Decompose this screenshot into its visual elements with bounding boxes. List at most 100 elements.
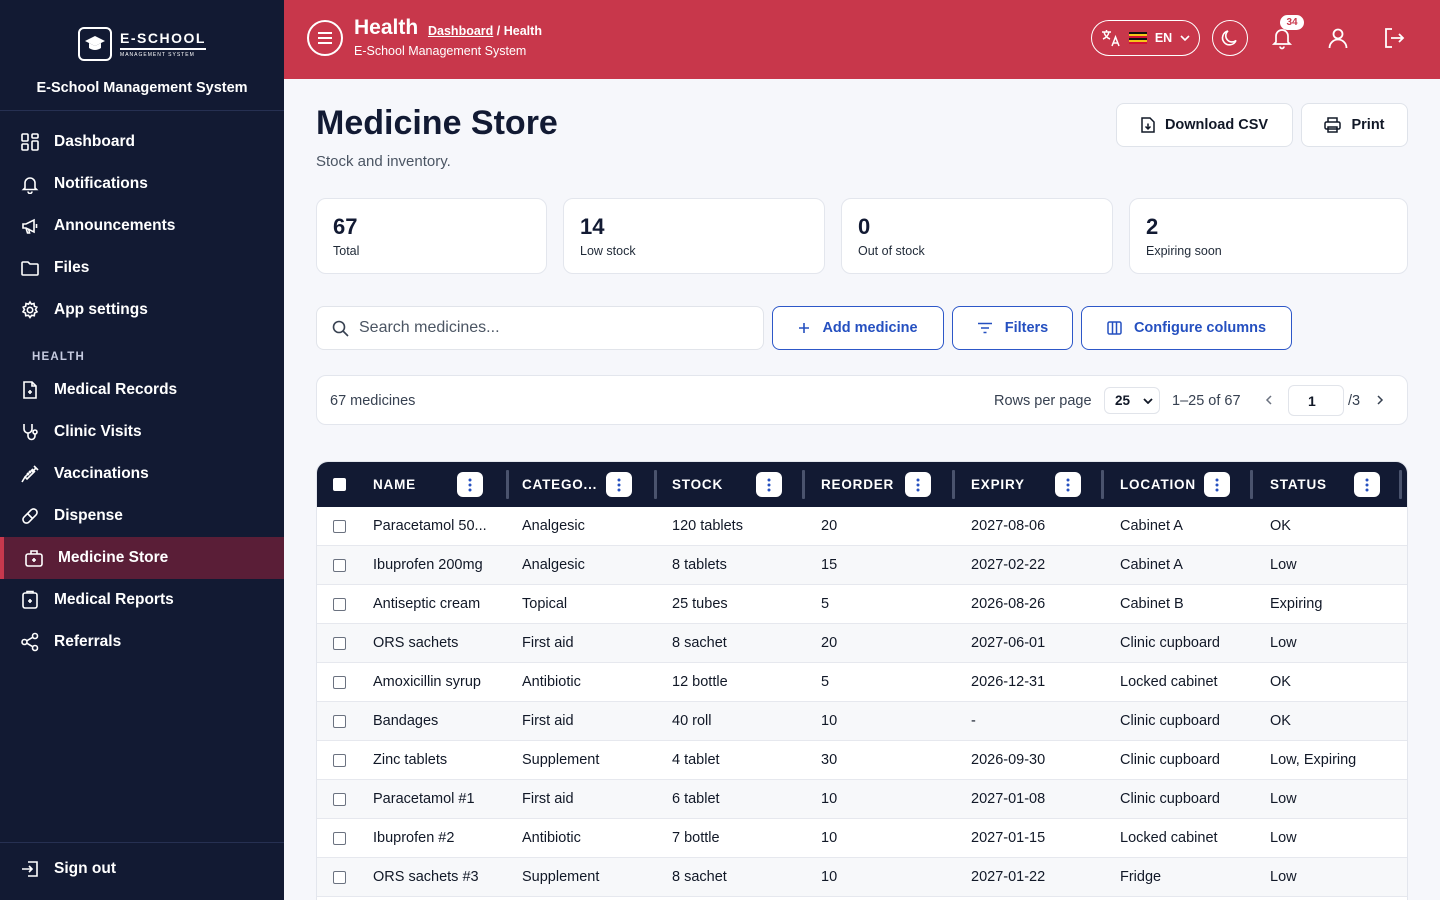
hamburger-icon (318, 32, 332, 44)
stat-value: 67 (333, 214, 358, 239)
breadcrumb-link-dashboard[interactable]: Dashboard (428, 24, 493, 38)
select-all-checkbox[interactable] (333, 478, 346, 491)
column-header-location[interactable]: LOCATION (1120, 462, 1196, 507)
add-medicine-label: Add medicine (822, 320, 918, 336)
cell-expiry: 2027-06-01 (971, 635, 1046, 651)
row-checkbox[interactable] (333, 598, 346, 611)
row-checkbox[interactable] (333, 793, 346, 806)
sidebar-item-app-settings[interactable]: App settings (0, 289, 284, 331)
column-resize-handle[interactable] (1399, 470, 1402, 499)
configure-columns-button[interactable]: Configure columns (1081, 306, 1292, 350)
sidebar-footer: Sign out (0, 842, 284, 895)
column-resize-handle[interactable] (506, 470, 509, 499)
filters-button[interactable]: Filters (952, 306, 1073, 350)
table-row[interactable]: Bandages First aid 40 roll 10 - Clinic c… (317, 702, 1407, 741)
stat-label: Total (333, 244, 360, 258)
table-row[interactable]: Zinc tablets Supplement 4 tablet 30 2026… (317, 741, 1407, 780)
cell-location: Locked cabinet (1120, 830, 1218, 846)
cell-status: OK (1270, 518, 1291, 534)
print-button[interactable]: Print (1301, 103, 1408, 147)
cell-category: Analgesic (522, 518, 585, 534)
medkit-icon (25, 550, 43, 567)
cell-reorder: 5 (821, 596, 830, 612)
table-row[interactable]: Paracetamol 50... Analgesic 120 tablets … (317, 507, 1407, 546)
sidebar-item-clinic-visits[interactable]: Clinic Visits (0, 411, 284, 453)
table-row[interactable]: ORS sachets First aid 8 sachet 20 2027-0… (317, 624, 1407, 663)
sidebar-item-dashboard[interactable]: Dashboard (0, 121, 284, 163)
logout-icon[interactable] (1382, 26, 1406, 50)
search-input[interactable] (359, 319, 739, 337)
logo[interactable]: E-SCHOOL MANAGEMENT SYSTEM (78, 27, 206, 61)
chevron-left-icon[interactable] (1262, 393, 1276, 407)
column-header-stock[interactable]: STOCK (672, 462, 723, 507)
sign-out-button[interactable]: Sign out (0, 843, 284, 895)
logo-subtext: MANAGEMENT SYSTEM (120, 52, 195, 58)
row-checkbox[interactable] (333, 676, 346, 689)
column-resize-handle[interactable] (952, 470, 955, 499)
sidebar-item-referrals[interactable]: Referrals (0, 621, 284, 663)
sidebar-item-notifications[interactable]: Notifications (0, 163, 284, 205)
page-range: 1–25 of 67 (1172, 393, 1241, 409)
report-icon (22, 590, 38, 609)
row-checkbox[interactable] (333, 832, 346, 845)
add-medicine-button[interactable]: Add medicine (772, 306, 944, 350)
table-row[interactable]: Ibuprofen 200mg Analgesic 8 tablets 15 2… (317, 546, 1407, 585)
rows-per-page-select[interactable]: 25 (1104, 387, 1160, 414)
user-profile-icon[interactable] (1326, 26, 1350, 50)
stat-card-total: 67 Total (316, 198, 547, 274)
language-selector[interactable]: EN (1091, 20, 1200, 56)
table-row[interactable]: ORS sachets #3 Supplement 8 sachet 10 20… (317, 858, 1407, 897)
column-header-reorder[interactable]: REORDER (821, 462, 894, 507)
chevron-right-icon[interactable] (1373, 393, 1387, 407)
row-checkbox[interactable] (333, 715, 346, 728)
sidebar-item-medicine-store[interactable]: Medicine Store (0, 537, 284, 579)
table-row[interactable]: Ibuprofen #2 Antibiotic 7 bottle 10 2027… (317, 819, 1407, 858)
column-header-status[interactable]: STATUS (1270, 462, 1327, 507)
row-checkbox[interactable] (333, 559, 346, 572)
sidebar-item-vaccinations[interactable]: Vaccinations (0, 453, 284, 495)
theme-toggle-button[interactable] (1212, 20, 1248, 56)
column-menu-icon[interactable] (1354, 472, 1380, 497)
column-resize-handle[interactable] (1101, 470, 1104, 499)
cell-stock: 8 sachet (672, 869, 727, 885)
cell-reorder: 15 (821, 557, 838, 573)
top-bar: Health Dashboard / Health E-School Manag… (284, 0, 1440, 79)
row-checkbox[interactable] (333, 754, 346, 767)
dashboard-icon (21, 133, 39, 151)
sidebar: E-SCHOOL MANAGEMENT SYSTEM E-School Mana… (0, 0, 284, 900)
column-header-name[interactable]: NAME (373, 462, 416, 507)
menu-toggle-button[interactable] (307, 20, 343, 56)
download-csv-button[interactable]: Download CSV (1116, 103, 1293, 147)
column-header-category[interactable]: CATEGO... (522, 462, 597, 507)
column-menu-icon[interactable] (1055, 472, 1081, 497)
column-resize-handle[interactable] (654, 470, 657, 499)
row-checkbox[interactable] (333, 637, 346, 650)
sidebar-item-label: Medical Records (54, 381, 178, 398)
row-checkbox[interactable] (333, 520, 346, 533)
column-menu-icon[interactable] (756, 472, 782, 497)
column-menu-icon[interactable] (457, 472, 483, 497)
cell-expiry: 2026-09-30 (971, 752, 1046, 768)
table-row[interactable]: Amoxicillin syrup Antibiotic 12 bottle 5… (317, 663, 1407, 702)
row-checkbox[interactable] (333, 871, 346, 884)
sidebar-item-medical-reports[interactable]: Medical Reports (0, 579, 284, 621)
column-menu-icon[interactable] (606, 472, 632, 497)
column-header-expiry[interactable]: EXPIRY (971, 462, 1025, 507)
sidebar-item-medical-records[interactable]: Medical Records (0, 369, 284, 411)
table-row[interactable]: Paracetamol #1 First aid 6 tablet 10 202… (317, 780, 1407, 819)
column-resize-handle[interactable] (802, 470, 805, 499)
cell-category: Analgesic (522, 557, 585, 573)
file-download-icon (1141, 117, 1155, 133)
sidebar-item-files[interactable]: Files (0, 247, 284, 289)
column-menu-icon[interactable] (905, 472, 931, 497)
sidebar-item-announcements[interactable]: Announcements (0, 205, 284, 247)
page-number-input[interactable]: 1 (1288, 385, 1344, 416)
sidebar-item-dispense[interactable]: Dispense (0, 495, 284, 537)
sidebar-item-label: App settings (54, 301, 148, 318)
gear-icon (21, 300, 39, 319)
page-subtitle: Stock and inventory. (316, 153, 451, 170)
column-menu-icon[interactable] (1204, 472, 1230, 497)
cell-location: Cabinet B (1120, 596, 1184, 612)
table-row[interactable]: Antiseptic cream Topical 25 tubes 5 2026… (317, 585, 1407, 624)
column-resize-handle[interactable] (1250, 470, 1253, 499)
